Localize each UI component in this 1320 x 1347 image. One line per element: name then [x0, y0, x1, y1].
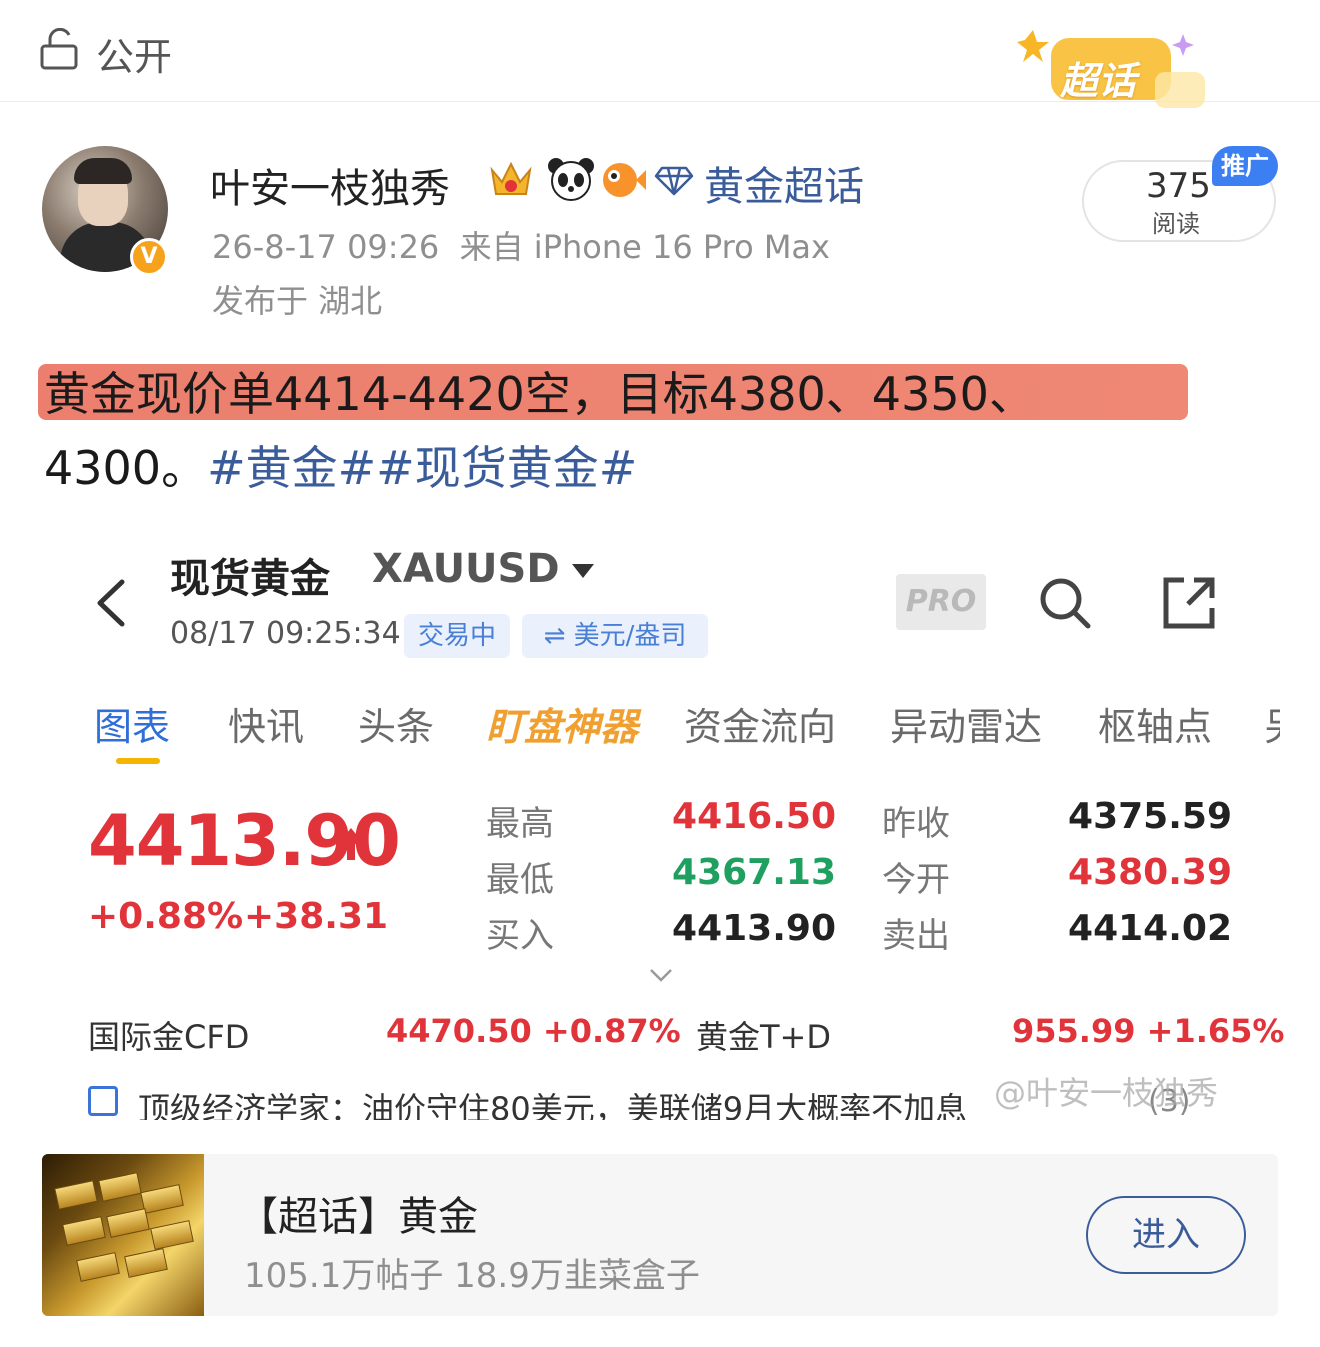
change-absolute: +38.31: [244, 896, 389, 937]
prev-close-value: 4375.59: [1068, 796, 1232, 837]
diamond-icon: [654, 166, 694, 196]
privacy-label[interactable]: 公开: [96, 26, 172, 81]
tab-chart: 图表: [94, 705, 171, 749]
search-icon: [1040, 578, 1091, 629]
card-subtitle: 105.1万帖子 18.9万韭菜盒子: [244, 1256, 700, 1296]
hashtag-links[interactable]: #黄金##现货黄金#: [207, 441, 637, 495]
super-topic-badge-label: 超话: [1060, 59, 1137, 103]
bid-value: 4413.90: [672, 908, 836, 949]
low-label: 最低: [486, 860, 554, 900]
quote-symbol: XAUUSD: [372, 546, 560, 592]
unit-pill: ⇌ 美元/盎司: [522, 614, 708, 658]
tab-more: 另: [1264, 696, 1280, 751]
change-percent: +0.88%: [88, 896, 244, 937]
chevron-down-icon: [650, 969, 672, 982]
ask-value: 4414.02: [1068, 908, 1232, 949]
post-text-line2: 4300。#黄金##现货黄金#: [44, 432, 637, 498]
crown-badge-icon: [490, 161, 532, 195]
open-value: 4380.39: [1068, 852, 1232, 893]
tab-underline: [116, 758, 160, 764]
open-label: 今开: [882, 860, 950, 900]
bid-label: 买入: [486, 916, 554, 956]
td-label: 黄金T+D: [696, 1018, 832, 1056]
prev-close-label: 昨收: [882, 804, 950, 844]
news-icon: [88, 1086, 118, 1116]
tab-watch-tool: 盯盘神器: [486, 705, 639, 749]
td-value: 955.99 +1.65%: [1012, 1012, 1285, 1050]
post-source: 来自 iPhone 16 Pro Max: [459, 228, 830, 266]
news-headline: 顶级经济学家：油价守住80美元，美联储9月大概率不加息: [138, 1090, 968, 1120]
post-timestamp: 26-8-17 09:26: [212, 228, 440, 266]
post-location: 发布于 湖北: [212, 282, 383, 320]
tab-radar: 异动雷达: [890, 705, 1043, 749]
pufferfish-icon: [603, 163, 646, 197]
cfd-value: 4470.50 +0.87%: [386, 1012, 681, 1050]
share-external-icon: [1163, 577, 1215, 629]
author-name[interactable]: 叶安一枝独秀: [210, 156, 450, 214]
gold-bars-image: [42, 1154, 204, 1316]
watermark: @叶安一枝独秀: [994, 1074, 1219, 1112]
tab-fund-flow: 资金流向: [684, 705, 837, 749]
high-label: 最高: [486, 804, 554, 844]
panda-icon: [548, 158, 594, 201]
enter-button[interactable]: 进入: [1086, 1196, 1246, 1274]
ask-label: 卖出: [882, 916, 950, 956]
low-value: 4367.13: [672, 852, 836, 893]
back-arrow-icon: [97, 579, 125, 627]
post-meta: 26-8-17 09:26 来自 iPhone 16 Pro Max: [212, 222, 830, 268]
topic-link[interactable]: 黄金超话: [704, 154, 864, 212]
post-text-line1: 黄金现价单4414-4420空，目标4380、4350、: [44, 367, 1035, 421]
up-arrow-icon: [338, 828, 364, 860]
tab-headlines: 头条: [358, 705, 435, 749]
high-value: 4416.50: [672, 796, 836, 837]
read-label: 阅读: [1152, 210, 1200, 238]
card-title: 【超话】黄金: [238, 1194, 478, 1240]
quote-name: 现货黄金: [170, 556, 330, 602]
post-text-tail: 4300。: [44, 441, 208, 495]
quote-time: 08/17 09:25:34: [170, 616, 401, 651]
cfd-label: 国际金CFD: [88, 1018, 250, 1056]
lock-open-icon: [40, 28, 78, 70]
promo-tag[interactable]: 推广: [1212, 146, 1278, 186]
tab-flash-news: 快讯: [228, 705, 305, 749]
read-count: 375: [1146, 166, 1211, 206]
dropdown-caret-icon: [572, 564, 594, 578]
verified-badge-icon: V: [130, 238, 168, 276]
tab-pivot: 枢轴点: [1098, 705, 1213, 749]
pro-badge: PRO: [896, 574, 986, 630]
trading-status-pill: 交易中: [404, 614, 510, 658]
super-topic-card[interactable]: 【超话】黄金 105.1万帖子 18.9万韭菜盒子 进入: [42, 1154, 1278, 1316]
